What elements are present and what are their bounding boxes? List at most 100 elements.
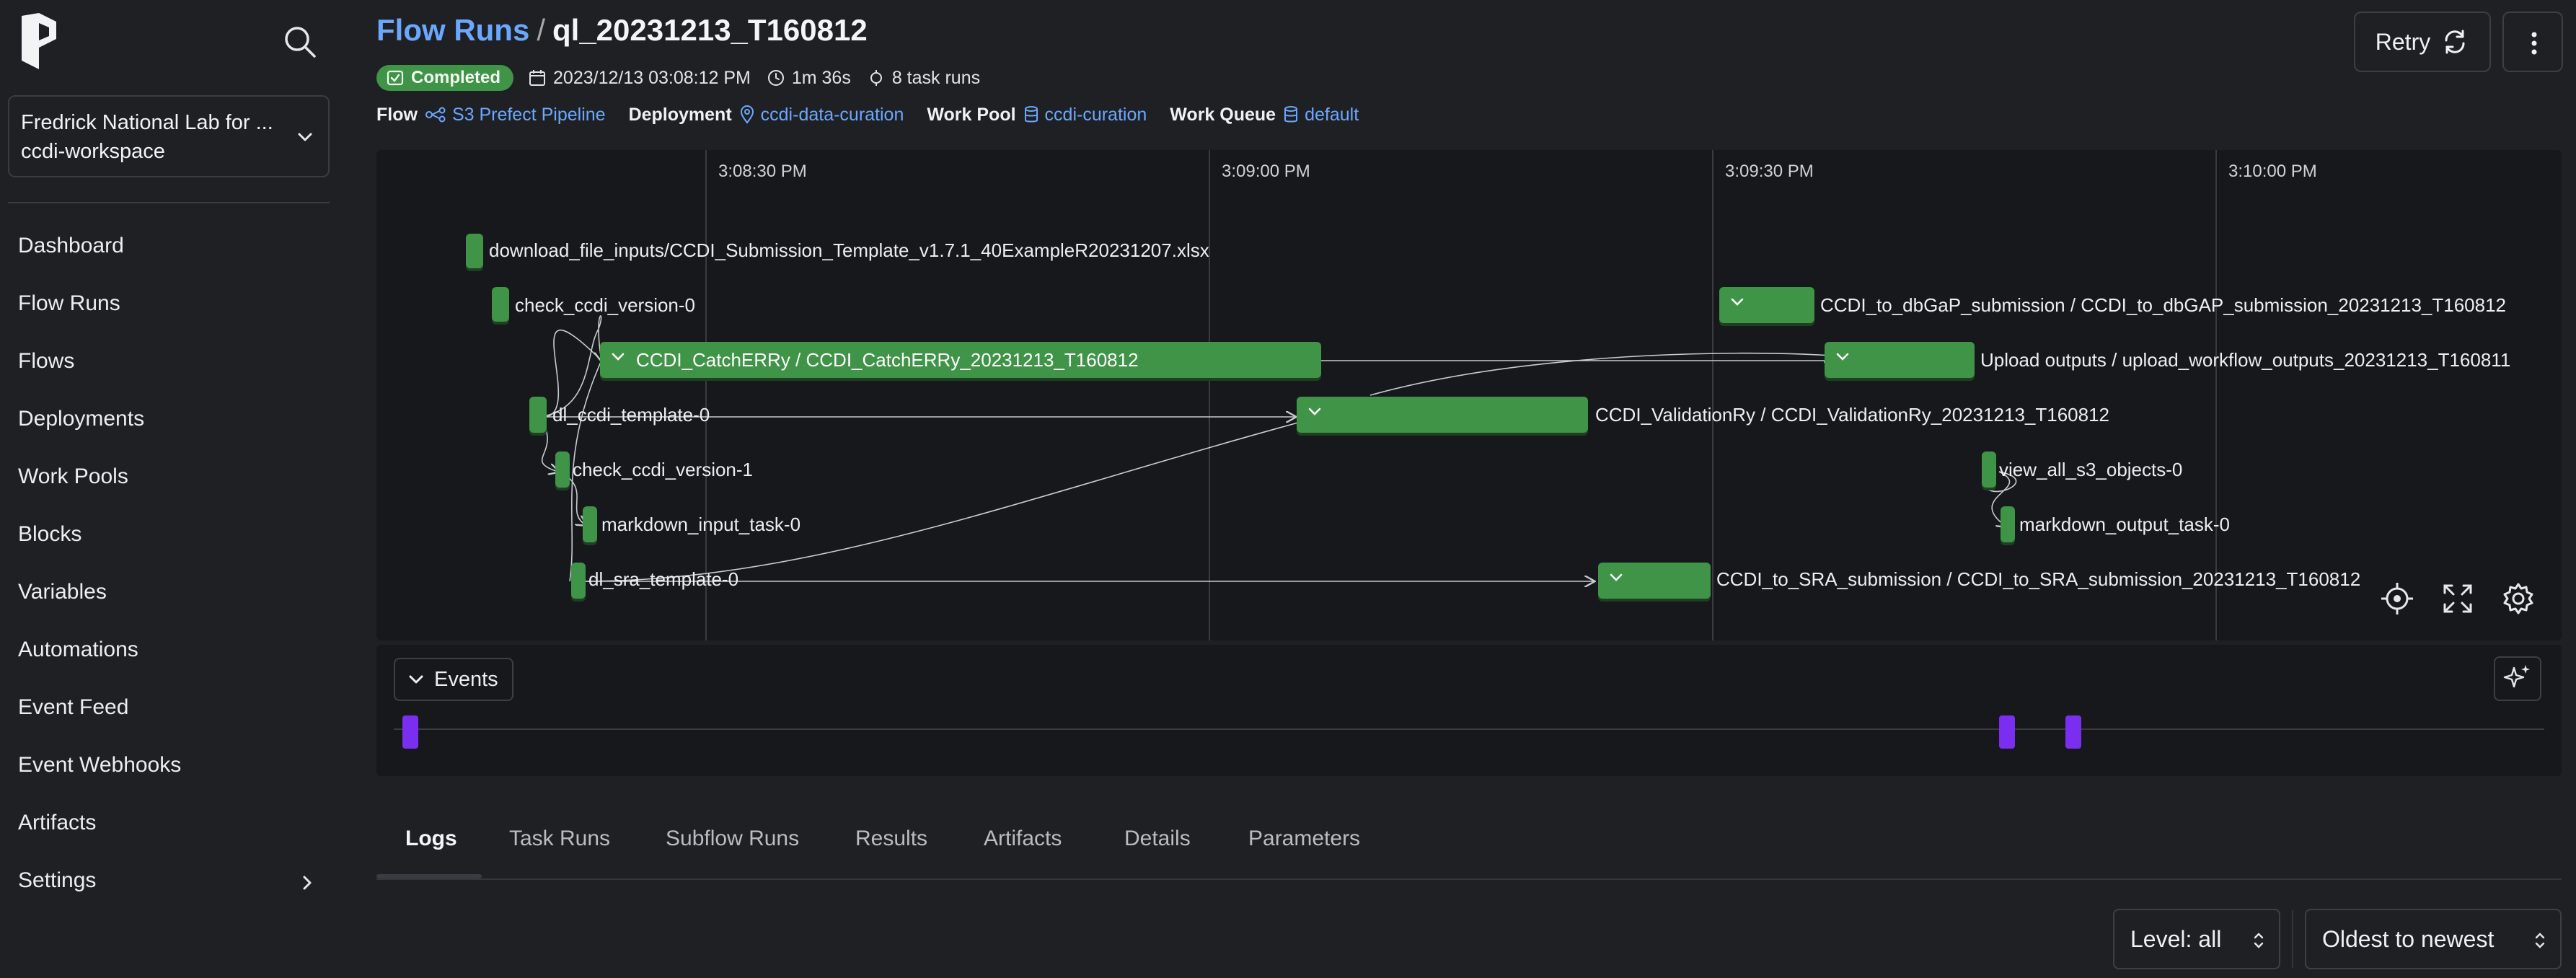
- task-node[interactable]: [466, 234, 483, 268]
- task-node-label[interactable]: dl_sra_template-0: [588, 568, 738, 591]
- sidebar-item-artifacts[interactable]: Artifacts: [18, 811, 96, 835]
- work-pool-key: Work Pool: [927, 104, 1016, 125]
- subflow-node-label[interactable]: CCDI_ValidationRy / CCDI_ValidationRy_20…: [1595, 404, 2109, 426]
- subflow-node-label[interactable]: CCDI_to_SRA_submission / CCDI_to_SRA_sub…: [1716, 568, 2360, 591]
- task-node[interactable]: [2001, 506, 2015, 542]
- subflow-node[interactable]: [1598, 563, 1711, 599]
- workspace-name: ccdi-workspace: [21, 140, 165, 163]
- sidebar-item-variables[interactable]: Variables: [18, 580, 107, 604]
- sort-arrows-icon: [2254, 933, 2264, 948]
- subflow-node-label[interactable]: CCDI_to_dbGaP_submission / CCDI_to_dbGAP…: [1820, 294, 2506, 317]
- tabs-divider: [376, 878, 2562, 880]
- breadcrumb-flow-runs-link[interactable]: Flow Runs: [376, 13, 529, 47]
- flow-name[interactable]: S3 Prefect Pipeline: [452, 105, 606, 125]
- work-pool-link[interactable]: ccdi-curation: [1023, 105, 1147, 125]
- subflow-node[interactable]: [1297, 397, 1588, 433]
- gear-icon[interactable]: [2498, 578, 2538, 619]
- work-queue-name[interactable]: default: [1305, 105, 1359, 125]
- sidebar-item-work-pools[interactable]: Work Pools: [18, 464, 128, 489]
- sidebar-item-settings[interactable]: Settings: [18, 868, 96, 893]
- sidebar-divider: [8, 202, 330, 203]
- chevron-down-icon[interactable]: [1307, 404, 1323, 420]
- log-level-value: Level: all: [2130, 925, 2222, 952]
- work-pool-name[interactable]: ccdi-curation: [1045, 105, 1147, 125]
- prefect-logo-icon[interactable]: [17, 13, 61, 69]
- task-node-label[interactable]: check_ccdi_version-1: [573, 459, 753, 481]
- tab-details[interactable]: Details: [1124, 827, 1191, 851]
- events-toggle-button[interactable]: Events: [394, 658, 513, 701]
- sidebar-item-flows[interactable]: Flows: [18, 349, 74, 374]
- sidebar-item-dashboard[interactable]: Dashboard: [18, 234, 124, 258]
- event-marker[interactable]: [402, 715, 418, 749]
- sidebar-item-automations[interactable]: Automations: [18, 638, 138, 662]
- subflow-node-label[interactable]: Upload outputs / upload_workflow_outputs…: [1980, 349, 2510, 371]
- fullscreen-icon[interactable]: [2438, 578, 2478, 619]
- sparkle-button[interactable]: [2494, 656, 2541, 701]
- flow-link[interactable]: S3 Prefect Pipeline: [425, 105, 606, 125]
- tab-results[interactable]: Results: [855, 827, 927, 851]
- workspace-select[interactable]: Fredrick National Lab for ... ccdi-works…: [8, 95, 330, 177]
- log-level-select[interactable]: Level: all: [2113, 909, 2280, 969]
- chevron-down-icon[interactable]: [1835, 349, 1851, 365]
- subflow-node[interactable]: [1825, 342, 1975, 378]
- sidebar-item-blocks[interactable]: Blocks: [18, 522, 81, 547]
- task-node-label[interactable]: view_all_s3_objects-0: [1999, 459, 2182, 481]
- task-node-label[interactable]: check_ccdi_version-0: [515, 294, 695, 317]
- run-date: 2023/12/13 03:08:12 PM: [528, 68, 751, 89]
- sidebar-item-event-feed[interactable]: Event Feed: [18, 695, 128, 720]
- chevron-right-icon: [303, 876, 312, 890]
- events-panel: Events: [376, 645, 2562, 776]
- flow-key: Flow: [376, 104, 418, 125]
- events-toggle-label: Events: [434, 667, 498, 691]
- log-order-select[interactable]: Oldest to newest: [2305, 909, 2562, 969]
- more-options-button[interactable]: [2502, 12, 2563, 72]
- task-node-label[interactable]: markdown_input_task-0: [601, 514, 800, 536]
- tab-task-runs[interactable]: Task Runs: [509, 827, 610, 851]
- status-badge: Completed: [376, 65, 514, 91]
- event-marker[interactable]: [1999, 715, 2015, 749]
- sparkles-icon: [2503, 665, 2530, 688]
- more-vertical-icon: [2531, 32, 2537, 55]
- task-node-label[interactable]: download_file_inputs/CCDI_Submission_Tem…: [489, 239, 1209, 262]
- check-square-icon: [387, 70, 404, 86]
- sidebar-item-flow-runs[interactable]: Flow Runs: [18, 291, 120, 316]
- status-label: Completed: [411, 68, 501, 87]
- deployment-key: Deployment: [628, 104, 732, 125]
- tab-logs[interactable]: Logs: [405, 827, 457, 851]
- calendar-icon: [529, 70, 546, 86]
- recenter-icon[interactable]: [2377, 578, 2417, 619]
- sidebar: Fredrick National Lab for ... ccdi-works…: [0, 0, 345, 978]
- flow-icon: [425, 107, 446, 123]
- task-icon: [870, 70, 882, 86]
- sidebar-item-deployments[interactable]: Deployments: [18, 407, 144, 431]
- deployment-name[interactable]: ccdi-data-curation: [761, 105, 904, 125]
- flow-run-timeline[interactable]: 3:08:30 PM 3:09:00 PM 3:09:30 PM 3:10:00…: [376, 150, 2562, 640]
- deployment-link[interactable]: ccdi-data-curation: [739, 105, 904, 125]
- task-node[interactable]: [492, 287, 509, 322]
- event-marker[interactable]: [2065, 715, 2081, 749]
- task-node-label[interactable]: markdown_output_task-0: [2019, 514, 2230, 536]
- sidebar-item-event-webhooks[interactable]: Event Webhooks: [18, 753, 181, 777]
- task-node[interactable]: [555, 451, 570, 488]
- task-node[interactable]: [571, 563, 586, 599]
- task-node[interactable]: [529, 397, 547, 433]
- workspace-account: Fredrick National Lab for ...: [21, 111, 273, 134]
- chevron-down-icon[interactable]: [1729, 294, 1745, 310]
- chevron-down-icon[interactable]: [610, 349, 626, 365]
- chevron-down-icon[interactable]: [1608, 570, 1624, 586]
- search-icon[interactable]: [281, 23, 319, 61]
- task-run-count: 8 task runs: [867, 68, 980, 89]
- tab-parameters[interactable]: Parameters: [1248, 827, 1360, 851]
- tab-artifacts[interactable]: Artifacts: [984, 827, 1062, 851]
- page-title: ql_20231213_T160812: [552, 13, 868, 47]
- task-node[interactable]: [583, 506, 597, 542]
- subflow-node[interactable]: [1719, 287, 1814, 323]
- retry-button[interactable]: Retry: [2354, 12, 2491, 72]
- work-queue-link[interactable]: default: [1283, 105, 1359, 125]
- task-node[interactable]: [1982, 451, 1996, 488]
- run-info-row: Flow S3 Prefect Pipeline Deployment ccdi…: [376, 102, 1382, 127]
- subflow-node[interactable]: CCDI_CatchERRy / CCDI_CatchERRy_20231213…: [600, 342, 1321, 378]
- task-node-label[interactable]: dl_ccdi_template-0: [552, 404, 710, 426]
- tab-subflow-runs[interactable]: Subflow Runs: [666, 827, 799, 851]
- chevron-down-icon: [298, 133, 312, 141]
